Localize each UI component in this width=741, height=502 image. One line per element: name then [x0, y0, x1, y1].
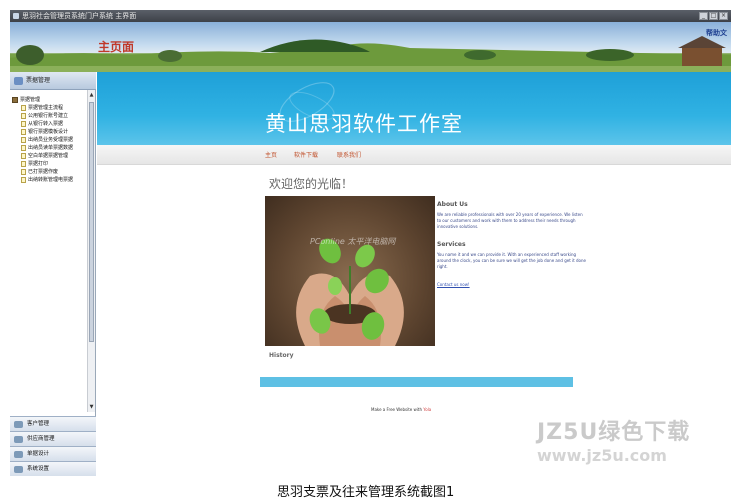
tree-item[interactable]: 票据打印 — [12, 160, 92, 168]
sidebar-section-suppliers[interactable]: 供应商管理 — [10, 431, 96, 446]
document-icon — [21, 161, 26, 167]
tree-item[interactable]: 银行票据模板设计 — [12, 128, 92, 136]
tree-item[interactable]: 出纳员读单票据数据 — [12, 144, 92, 152]
sidebar-section-settings[interactable]: 系统设置 — [10, 461, 96, 476]
app-icon — [13, 13, 19, 19]
tree-item-label: 已打票据作废 — [28, 169, 59, 175]
suppliers-icon — [14, 436, 23, 443]
sidebar-section-form-design[interactable]: 单据设计 — [10, 446, 96, 461]
tree-item-label: 票据管理主流程 — [28, 105, 64, 111]
document-icon — [21, 177, 26, 183]
settings-icon — [14, 466, 23, 473]
sidebar-scrollbar[interactable]: ▲ ▼ — [87, 90, 95, 412]
made-with-text: Make a Free Website with Yola — [371, 407, 431, 412]
services-paragraph: You name it and we can provide it. With … — [437, 252, 586, 269]
download-site-watermark: JZ5U绿色下载 www.jz5u.com — [537, 414, 707, 465]
sidebar-header[interactable]: 票据管理 — [10, 72, 96, 90]
customers-icon — [14, 421, 23, 428]
contact-link[interactable]: Contact us now! — [437, 282, 470, 287]
document-icon — [21, 113, 26, 119]
maximize-button[interactable]: □ — [709, 12, 718, 20]
sidebar-header-icon — [14, 77, 23, 85]
window-titlebar: 思羽社会管理员系统门户系统 主界面 _ □ × — [10, 10, 731, 22]
form-design-icon — [14, 451, 23, 458]
tree-item-label: 空白单据票据管理 — [28, 153, 69, 159]
tree-item-label: 出纳转账管理电票据 — [28, 177, 74, 183]
watermark-line2: www.jz5u.com — [537, 446, 667, 465]
tree-item[interactable]: 出纳转账管理电票据 — [12, 176, 92, 184]
help-link[interactable]: 帮助文 — [706, 28, 727, 38]
tree-item-label: 出纳员读单票据数据 — [28, 145, 74, 151]
screenshot-frame: 思羽社会管理员系统门户系统 主界面 _ □ × 主页面 帮助文 票据管理 票据管… — [0, 0, 741, 502]
tree-item-label: 出纳员业务受理票据 — [28, 137, 74, 143]
main-content: 黄山思羽软件工作室 主页 软件下载 联系我们 欢迎您的光临！ PConline … — [97, 72, 731, 471]
document-icon — [21, 137, 26, 143]
tree-item[interactable]: 从银行转入票据 — [12, 120, 92, 128]
nav-download-link[interactable]: 软件下载 — [294, 150, 318, 159]
watermark-line1: JZ5U绿色下载 — [537, 420, 691, 445]
tree-item-label: 票据打印 — [28, 161, 49, 167]
banner-title: 主页面 — [98, 40, 135, 54]
footer-bar — [260, 377, 573, 387]
scroll-down-icon[interactable]: ▼ — [89, 404, 94, 410]
document-icon — [21, 145, 26, 151]
document-icon — [21, 153, 26, 159]
sidebar: 票据管理 票据管理 票据管理主流程 公用银行账号建立 从银行转入票据 银行票据模… — [10, 72, 96, 476]
nav-home-link[interactable]: 主页 — [265, 150, 277, 159]
section-label: 系统设置 — [27, 466, 50, 472]
screenshot-caption: 思羽支票及往来管理系统截图1 — [277, 485, 455, 500]
scrollbar-thumb[interactable] — [89, 102, 94, 342]
site-title: 黄山思羽软件工作室 — [265, 112, 463, 136]
window-controls: _ □ × — [699, 12, 728, 20]
sidebar-sections: 客户管理 供应商管理 单据设计 系统设置 — [10, 416, 96, 476]
tree-item[interactable]: 已打票据作废 — [12, 168, 92, 176]
document-icon — [21, 129, 26, 135]
scroll-up-icon[interactable]: ▲ — [89, 92, 94, 98]
tree-item[interactable]: 空白单据票据管理 — [12, 152, 92, 160]
document-icon — [21, 105, 26, 111]
minimize-button[interactable]: _ — [699, 12, 708, 20]
hands-seedling-photo: PConline 太平洋电脑网 — [265, 196, 435, 346]
seedling-illustration — [296, 238, 404, 346]
tree-item[interactable]: 公用银行账号建立 — [12, 112, 92, 120]
document-icon — [21, 121, 26, 127]
welcome-heading: 欢迎您的光临！ — [269, 177, 354, 191]
tree-root[interactable]: 票据管理 — [12, 96, 92, 104]
tree-root-label: 票据管理 — [20, 97, 41, 103]
header-banner: 主页面 帮助文 — [10, 22, 731, 72]
document-icon — [21, 169, 26, 175]
yola-link[interactable]: Yola — [423, 407, 431, 412]
section-label: 单据设计 — [27, 451, 50, 457]
made-with-prefix: Make a Free Website with — [371, 407, 422, 412]
site-hero: 黄山思羽软件工作室 — [97, 72, 731, 145]
folder-icon — [12, 97, 18, 103]
tree-item[interactable]: 出纳员业务受理票据 — [12, 136, 92, 144]
sidebar-section-customers[interactable]: 客户管理 — [10, 416, 96, 431]
photo-watermark: PConline 太平洋电脑网 — [310, 237, 396, 246]
close-button[interactable]: × — [719, 12, 728, 20]
tree-item-label: 从银行转入票据 — [28, 121, 64, 127]
nav-contact-link[interactable]: 联系我们 — [337, 150, 361, 159]
sidebar-header-label: 票据管理 — [26, 77, 51, 84]
site-nav: 主页 软件下载 联系我们 — [97, 145, 731, 165]
tree-item[interactable]: 票据管理主流程 — [12, 104, 92, 112]
section-label: 供应商管理 — [27, 436, 55, 442]
tree-item-label: 公用银行账号建立 — [28, 113, 69, 119]
about-paragraph: We are reliable professionals with over … — [437, 212, 583, 229]
about-heading: About Us — [437, 201, 468, 208]
section-label: 客户管理 — [27, 421, 50, 427]
services-heading: Services — [437, 241, 466, 248]
navigation-tree: 票据管理 票据管理主流程 公用银行账号建立 从银行转入票据 银行票据模板设计 出… — [12, 96, 92, 184]
window-title: 思羽社会管理员系统门户系统 主界面 — [22, 12, 137, 20]
history-heading: History — [269, 352, 294, 359]
tree-item-label: 银行票据模板设计 — [28, 129, 69, 135]
